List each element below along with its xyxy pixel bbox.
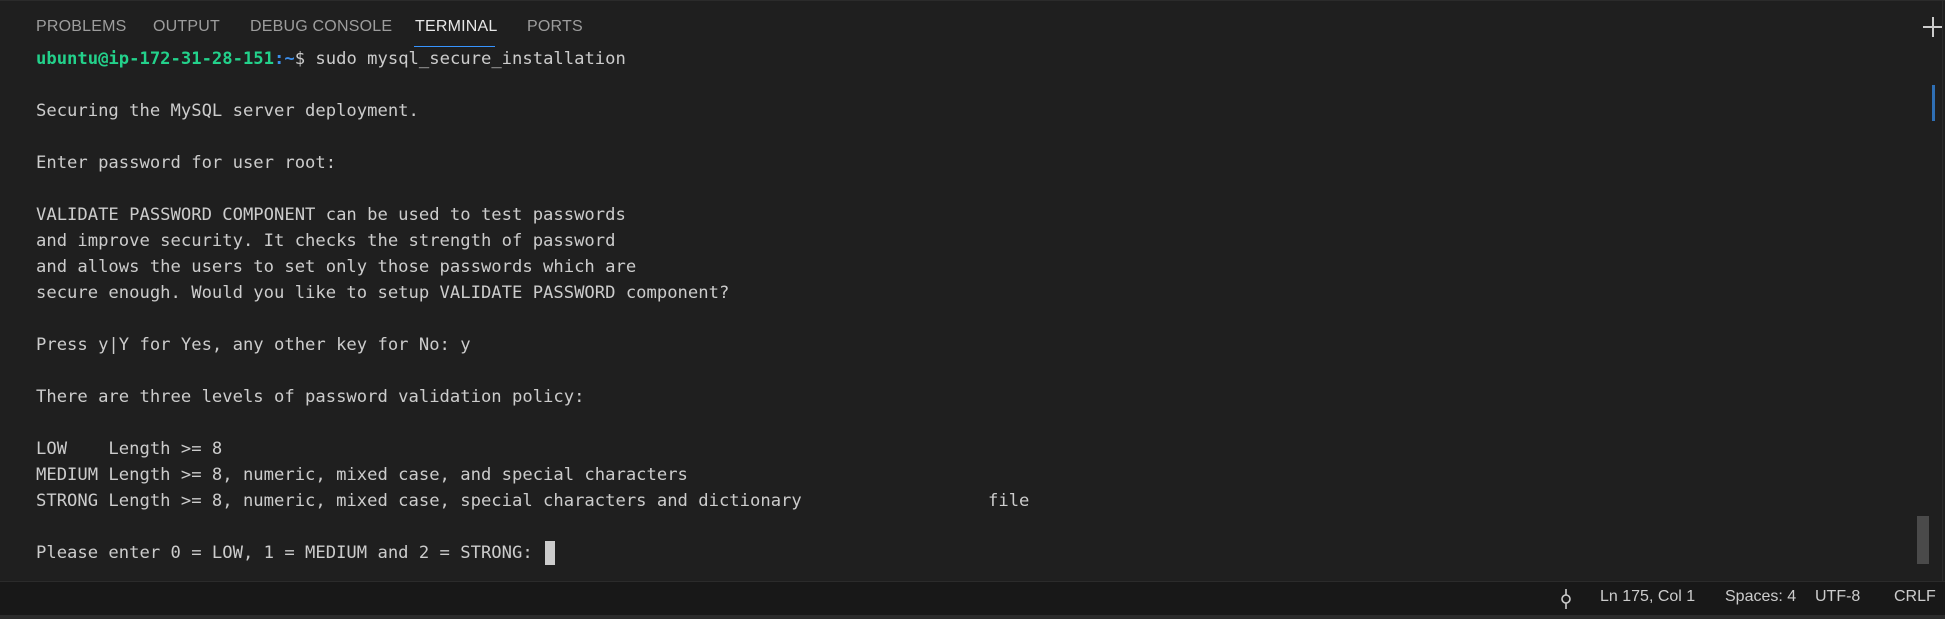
tab-terminal[interactable]: TERMINAL	[415, 18, 498, 36]
terminal-line: Please enter 0 = LOW, 1 = MEDIUM and 2 =…	[36, 543, 544, 563]
terminal-line: There are three levels of password valid…	[36, 387, 585, 407]
terminal-scrollbar-thumb[interactable]	[1917, 516, 1929, 564]
terminal-line: LOW Length >= 8	[36, 439, 223, 459]
bottom-panel: PROBLEMS OUTPUT DEBUG CONSOLE TERMINAL P…	[0, 0, 1945, 582]
tab-output[interactable]: OUTPUT	[153, 18, 220, 36]
terminal-prompt-line: ubuntu@ip-172-31-28-151:~$ sudo mysql_se…	[36, 46, 626, 72]
panel-tab-bar: PROBLEMS OUTPUT DEBUG CONSOLE TERMINAL P…	[0, 1, 1900, 51]
terminal-command: sudo mysql_secure_installation	[315, 49, 626, 69]
terminal-line: MEDIUM Length >= 8, numeric, mixed case,…	[36, 465, 688, 485]
terminal-line: VALIDATE PASSWORD COMPONENT can be used …	[36, 205, 626, 225]
tab-problems[interactable]: PROBLEMS	[36, 18, 127, 36]
source-control-sync-icon[interactable]	[1558, 589, 1574, 609]
terminal-line: Press y|Y for Yes, any other key for No:…	[36, 335, 471, 355]
tab-ports[interactable]: PORTS	[527, 18, 583, 36]
tab-debug-console[interactable]: DEBUG CONSOLE	[250, 18, 392, 36]
prompt-symbol: $	[294, 49, 316, 69]
prompt-path: ~	[284, 49, 295, 69]
status-encoding[interactable]: UTF-8	[1815, 588, 1860, 606]
terminal-line: STRONG Length >= 8, numeric, mixed case,…	[36, 491, 1030, 511]
prompt-user: ubuntu@ip-172-31-28-151	[36, 49, 274, 69]
status-bar: Ln 175, Col 1 Spaces: 4 UTF-8 CRLF	[0, 581, 1945, 615]
terminal-line: and allows the users to set only those p…	[36, 257, 637, 277]
prompt-separator: :	[274, 49, 285, 69]
status-cursor-position[interactable]: Ln 175, Col 1	[1600, 588, 1695, 606]
terminal-scrollbar[interactable]	[1915, 51, 1929, 581]
terminal-line: and improve security. It checks the stre…	[36, 231, 616, 251]
terminal-output[interactable]: ubuntu@ip-172-31-28-151:~$ sudo mysql_se…	[36, 49, 1916, 579]
status-line-ending[interactable]: CRLF	[1894, 588, 1936, 606]
scroll-overview-marker	[1932, 85, 1935, 121]
terminal-input-line[interactable]: Please enter 0 = LOW, 1 = MEDIUM and 2 =…	[36, 540, 556, 566]
terminal-line: secure enough. Would you like to setup V…	[36, 283, 730, 303]
terminal-line: Securing the MySQL server deployment.	[36, 101, 419, 121]
plus-icon[interactable]	[1922, 15, 1944, 37]
status-indentation[interactable]: Spaces: 4	[1725, 588, 1796, 606]
window-bottom-edge	[0, 615, 1945, 619]
terminal-cursor	[545, 541, 556, 565]
terminal-line: Enter password for user root:	[36, 153, 337, 173]
panel-divider	[1942, 1, 1943, 582]
